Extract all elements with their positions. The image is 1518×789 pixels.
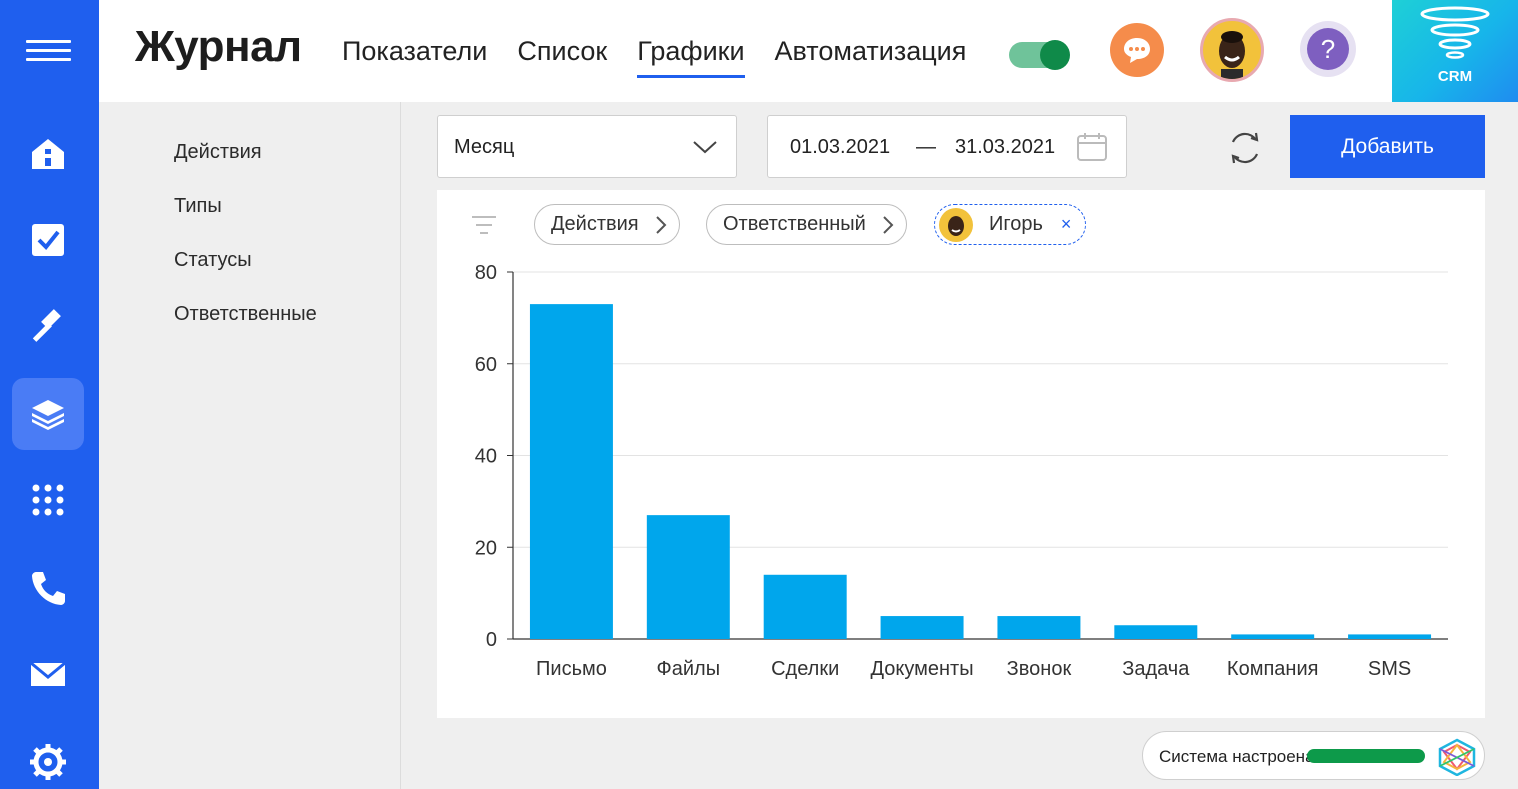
date-to[interactable]: 31.03.2021 [955,136,1055,159]
bar [763,574,847,639]
toggle-knob [1040,40,1070,70]
subnav-item-responsible[interactable]: Ответственные [174,303,317,326]
bar [997,616,1081,639]
top-bar: Журнал Показатели Список Графики Автомат… [99,0,1392,102]
bar [529,304,613,639]
bar [1348,634,1432,639]
period-select[interactable]: Месяц [437,115,737,178]
system-status[interactable]: Система настроена [1142,731,1485,780]
period-select-value: Месяц [454,136,515,158]
crm-stack-icon [1420,6,1490,59]
settings-icon[interactable] [12,726,84,789]
page-title: Журнал [135,22,302,71]
help-button[interactable]: ? [1300,21,1356,77]
x-tick-label: Документы [871,658,974,680]
date-from[interactable]: 01.03.2021 [790,136,890,159]
tasks-icon[interactable] [12,204,84,276]
subnav-item-statuses[interactable]: Статусы [174,249,252,272]
tab-list[interactable]: Список [517,36,607,78]
layers-icon[interactable] [12,378,84,450]
mode-toggle[interactable] [1009,40,1070,70]
chat-bubble-icon [1124,38,1150,63]
chart-card: Действия Ответственный Игорь × 0 20 40 60 80… [437,190,1485,718]
y-tick-label: 80 [475,262,497,284]
subnav-item-types[interactable]: Типы [174,195,222,218]
x-tick-label: Компания [1227,658,1319,680]
y-tick-label: 60 [475,354,497,376]
crm-label: CRM [1437,68,1473,85]
hexagon-logo-icon [1438,738,1476,776]
status-text: Система настроена [1159,747,1315,766]
date-separator: — [916,136,936,158]
bar [880,616,964,639]
bar-chart: 0 20 40 60 80 Письмо Файлы Сделки Документы Звоно… [475,262,1448,680]
bar [646,515,730,639]
date-range-picker[interactable]: 01.03.2021 — 31.03.2021 [767,115,1127,178]
phone-icon[interactable] [12,552,84,624]
y-tick-label: 0 [486,629,497,651]
apps-icon[interactable] [12,464,84,536]
user-avatar[interactable] [1200,18,1264,82]
bar [1114,625,1198,639]
x-tick-label: Файлы [657,658,721,680]
refresh-icon[interactable] [1226,130,1264,166]
main-nav: Показатели Список Графики Автоматизация [342,36,966,78]
x-tick-label: SMS [1368,658,1411,680]
y-tick-label: 20 [475,537,497,559]
x-tick-label: Задача [1122,658,1190,680]
x-tick-label: Звонок [1007,658,1072,680]
y-tick-label: 40 [475,446,497,468]
question-icon: ? [1307,28,1349,70]
hamburger-menu-icon[interactable] [26,40,71,62]
chat-button[interactable] [1110,23,1164,77]
left-rail [0,0,99,789]
tab-charts[interactable]: Графики [637,36,745,78]
add-button[interactable]: Добавить [1290,115,1485,178]
chevron-down-icon [693,141,717,154]
tab-indicators[interactable]: Показатели [342,36,487,78]
mail-icon[interactable] [12,638,84,710]
home-icon[interactable] [12,118,84,190]
auction-icon[interactable] [12,290,84,362]
x-tick-label: Сделки [771,658,839,680]
subnav-item-actions[interactable]: Действия [174,141,262,164]
tab-automation[interactable]: Автоматизация [775,36,967,78]
crm-logo[interactable]: CRM [1392,0,1518,102]
bar [1231,634,1315,639]
calendar-icon[interactable] [1076,132,1108,162]
status-progress-bar [1307,749,1425,763]
secondary-sidebar: Действия Типы Статусы Ответственные [99,102,401,789]
x-tick-label: Письмо [536,658,607,680]
